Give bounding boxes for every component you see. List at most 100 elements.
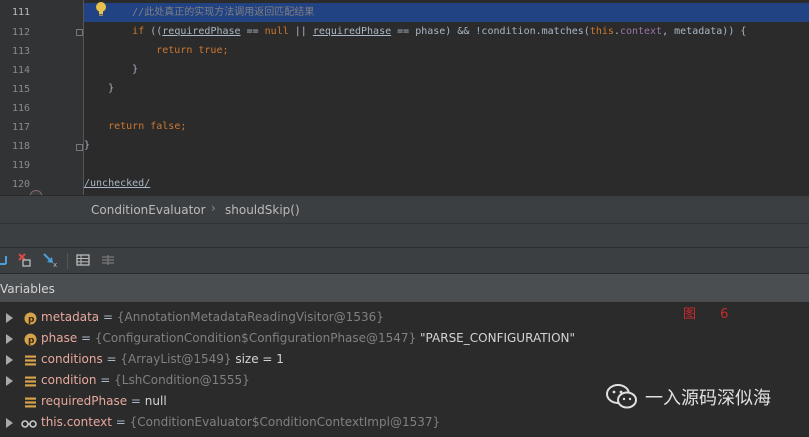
variable-row[interactable]: conditions = {ArrayList@1549} size = 1 [0, 349, 809, 370]
variable-entry: conditions = {ArrayList@1549} size = 1 [41, 349, 284, 370]
expand-arrow-icon[interactable] [6, 334, 13, 344]
variable-reference: {ConditionEvaluator$ConditionContextImpl… [129, 415, 441, 429]
code-token: ; [180, 121, 187, 132]
code-line[interactable]: //此处真正的实现方法调用返回匹配结果 [84, 3, 809, 22]
variable-name: requiredPhase [41, 394, 128, 408]
svg-text:p: p [28, 336, 35, 346]
variable-value: "PARSE_CONFIGURATION" [416, 331, 576, 345]
code-line[interactable]: return true; [84, 41, 809, 60]
variables-panel-header: Variables [0, 273, 809, 303]
code-token: requiredPhase [162, 26, 241, 37]
variable-reference: {ArrayList@1549} [120, 352, 232, 366]
line-number[interactable]: 116 [0, 103, 30, 115]
breadcrumb: ConditionEvaluator › shouldSkip() [0, 195, 809, 224]
code-line[interactable]: return false; [84, 117, 809, 136]
variable-entry: this.context = {ConditionEvaluator$Condi… [41, 412, 440, 433]
code-line[interactable]: if ((requiredPhase == null || requiredPh… [84, 22, 809, 41]
lightbulb-icon[interactable] [95, 1, 107, 17]
code-token: this [589, 26, 614, 37]
line-number[interactable]: 115 [0, 84, 30, 96]
code-line[interactable] [84, 98, 809, 117]
variable-name: condition [41, 373, 97, 387]
code-token: , metadata)) { [662, 26, 747, 37]
code-line[interactable]: } [84, 136, 809, 155]
parameter-icon: p [24, 332, 37, 346]
debug-toolbar: x [0, 247, 809, 274]
watermark: 一入源码深似海 [604, 382, 809, 412]
line-number[interactable]: 117 [0, 122, 30, 134]
expand-arrow-icon[interactable] [6, 376, 13, 386]
variable-entry: condition = {LshCondition@1555} [41, 370, 250, 391]
fold-marker-icon[interactable] [76, 144, 83, 151]
settings-lines-icon[interactable] [100, 252, 116, 268]
line-number[interactable]: 113 [0, 46, 30, 58]
variables-title: Variables [0, 282, 55, 296]
field-icon [24, 374, 37, 387]
code-line[interactable]: } [84, 60, 809, 79]
variable-entry: metadata = {AnnotationMetadataReadingVis… [41, 307, 384, 328]
svg-text:x: x [53, 261, 57, 268]
svg-text:p: p [28, 315, 35, 325]
code-token: ; [222, 45, 229, 56]
code-token: (( [144, 26, 163, 37]
remove-watch-icon[interactable] [16, 252, 32, 268]
table-view-icon[interactable] [75, 252, 91, 268]
variable-equals: = [77, 331, 95, 345]
breadcrumb-class[interactable]: ConditionEvaluator [91, 203, 206, 217]
parameter-icon: p [24, 311, 37, 325]
code-token: == phase) && !condition.matches( [391, 26, 590, 37]
expand-arrow-icon[interactable] [6, 418, 13, 428]
code-token: requiredPhase [312, 26, 392, 37]
code-token: } [84, 83, 115, 94]
figure-label: 图 6 [683, 307, 739, 322]
line-number[interactable]: 118 [0, 141, 30, 153]
variable-entry: requiredPhase = null [41, 391, 167, 412]
variable-name: phase [41, 331, 78, 345]
variable-equals: = [96, 373, 115, 387]
watermark-text: 一入源码深似海 [645, 388, 771, 409]
debug-tabs-bar [0, 223, 809, 248]
code-editor[interactable]: //此处真正的实现方法调用返回匹配结果 if ((requiredPhase =… [0, 0, 809, 195]
expand-arrow-icon[interactable] [6, 313, 13, 323]
wechat-icon [606, 384, 637, 409]
variable-name: conditions [41, 352, 103, 366]
variable-equals: = [111, 415, 130, 429]
restore-layout-icon[interactable] [0, 252, 10, 268]
variable-name: metadata [41, 310, 100, 324]
code-token: /unchecked/ [84, 178, 151, 189]
chevron-right-icon: › [211, 201, 216, 215]
variable-row[interactable]: this.context = {ConditionEvaluator$Condi… [0, 412, 809, 433]
code-line[interactable] [84, 155, 809, 174]
code-token: } [84, 140, 91, 151]
watch-glasses-icon [21, 416, 37, 429]
field-icon [24, 395, 37, 408]
line-number[interactable]: 111 [0, 7, 30, 19]
code-token: } [84, 64, 139, 75]
line-number[interactable]: 114 [0, 65, 30, 77]
code-token: return false [108, 121, 181, 132]
variable-row[interactable]: p phase = {ConfigurationCondition$Configu… [0, 328, 809, 349]
expand-arrow-icon[interactable] [6, 355, 13, 365]
code-token: context [619, 26, 663, 37]
code-token: if [132, 26, 145, 37]
variable-equals: = [127, 394, 145, 408]
line-number[interactable]: 120 [0, 179, 30, 191]
fold-marker-icon[interactable] [76, 29, 83, 36]
code-token: == [240, 26, 265, 37]
code-line[interactable]: /unchecked/ [84, 174, 809, 193]
line-number[interactable]: 119 [0, 160, 30, 172]
step-over-icon[interactable]: x [42, 252, 58, 269]
field-icon [24, 353, 37, 366]
code-token: //此处真正的实现方法调用返回匹配结果 [84, 7, 315, 18]
variable-reference: {AnnotationMetadataReadingVisitor@1536} [116, 310, 384, 324]
code-line[interactable]: } [84, 79, 809, 98]
line-number[interactable]: 112 [0, 27, 30, 39]
breadcrumb-method[interactable]: shouldSkip() [225, 203, 300, 217]
variable-value: size = 1 [231, 352, 284, 366]
code-token: return true [156, 45, 223, 56]
variable-equals: = [102, 352, 121, 366]
toolbar-separator [67, 253, 68, 269]
